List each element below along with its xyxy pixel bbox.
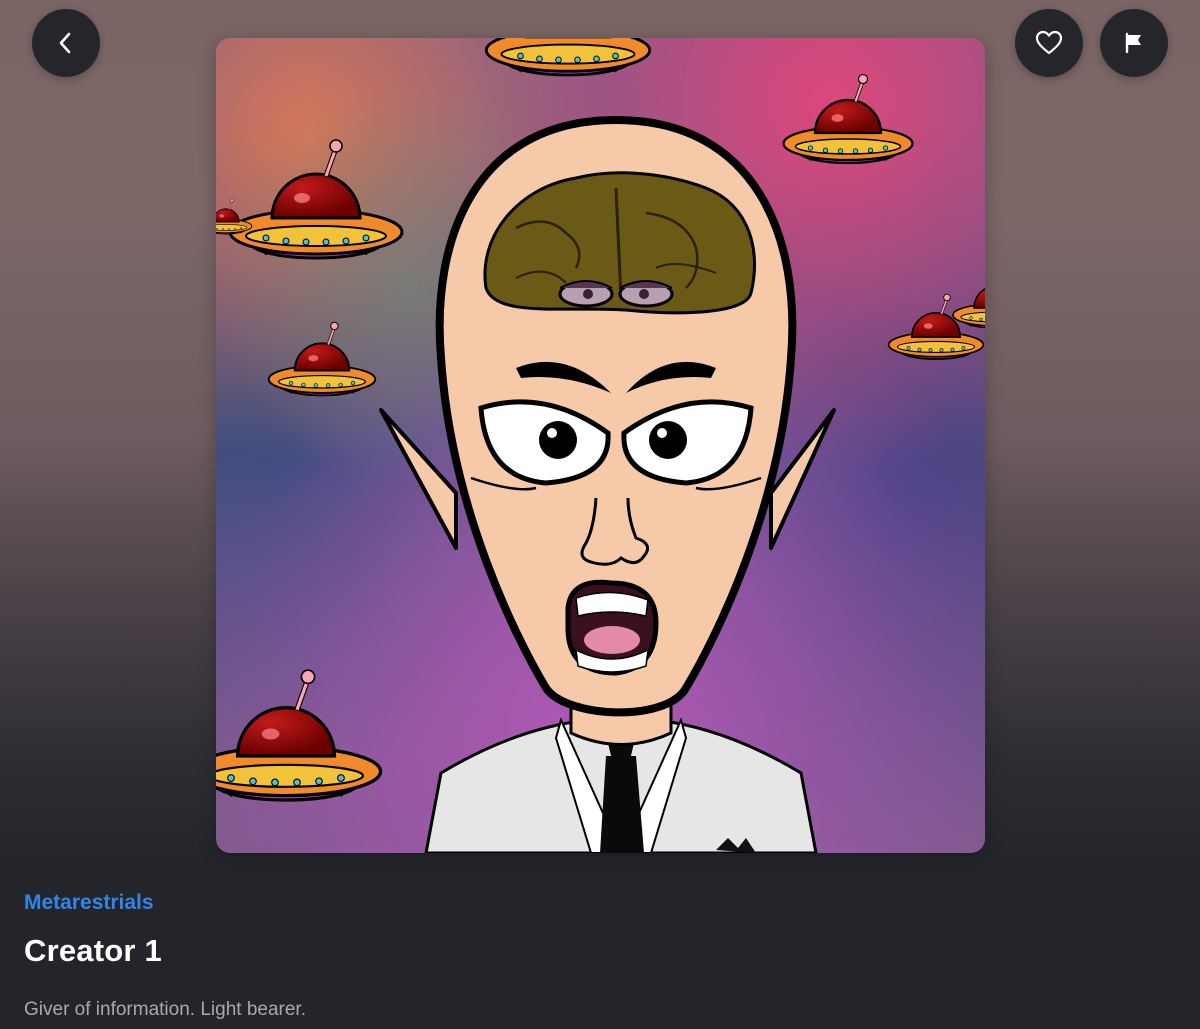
artwork-image	[216, 38, 985, 853]
heart-outline-icon	[1035, 30, 1063, 55]
favorite-button[interactable]	[1015, 9, 1083, 77]
collection-link[interactable]: Metarestrials	[24, 891, 154, 915]
chevron-left-icon	[59, 32, 71, 54]
flag-icon	[1125, 32, 1141, 54]
nft-artwork	[216, 38, 985, 853]
item-description: Giver of information. Light bearer.	[24, 999, 306, 1020]
report-button[interactable]	[1100, 9, 1168, 77]
item-info: Metarestrials Creator 1 Giver of informa…	[24, 880, 1174, 1021]
back-button[interactable]	[32, 9, 100, 77]
item-title: Creator 1	[24, 933, 162, 968]
